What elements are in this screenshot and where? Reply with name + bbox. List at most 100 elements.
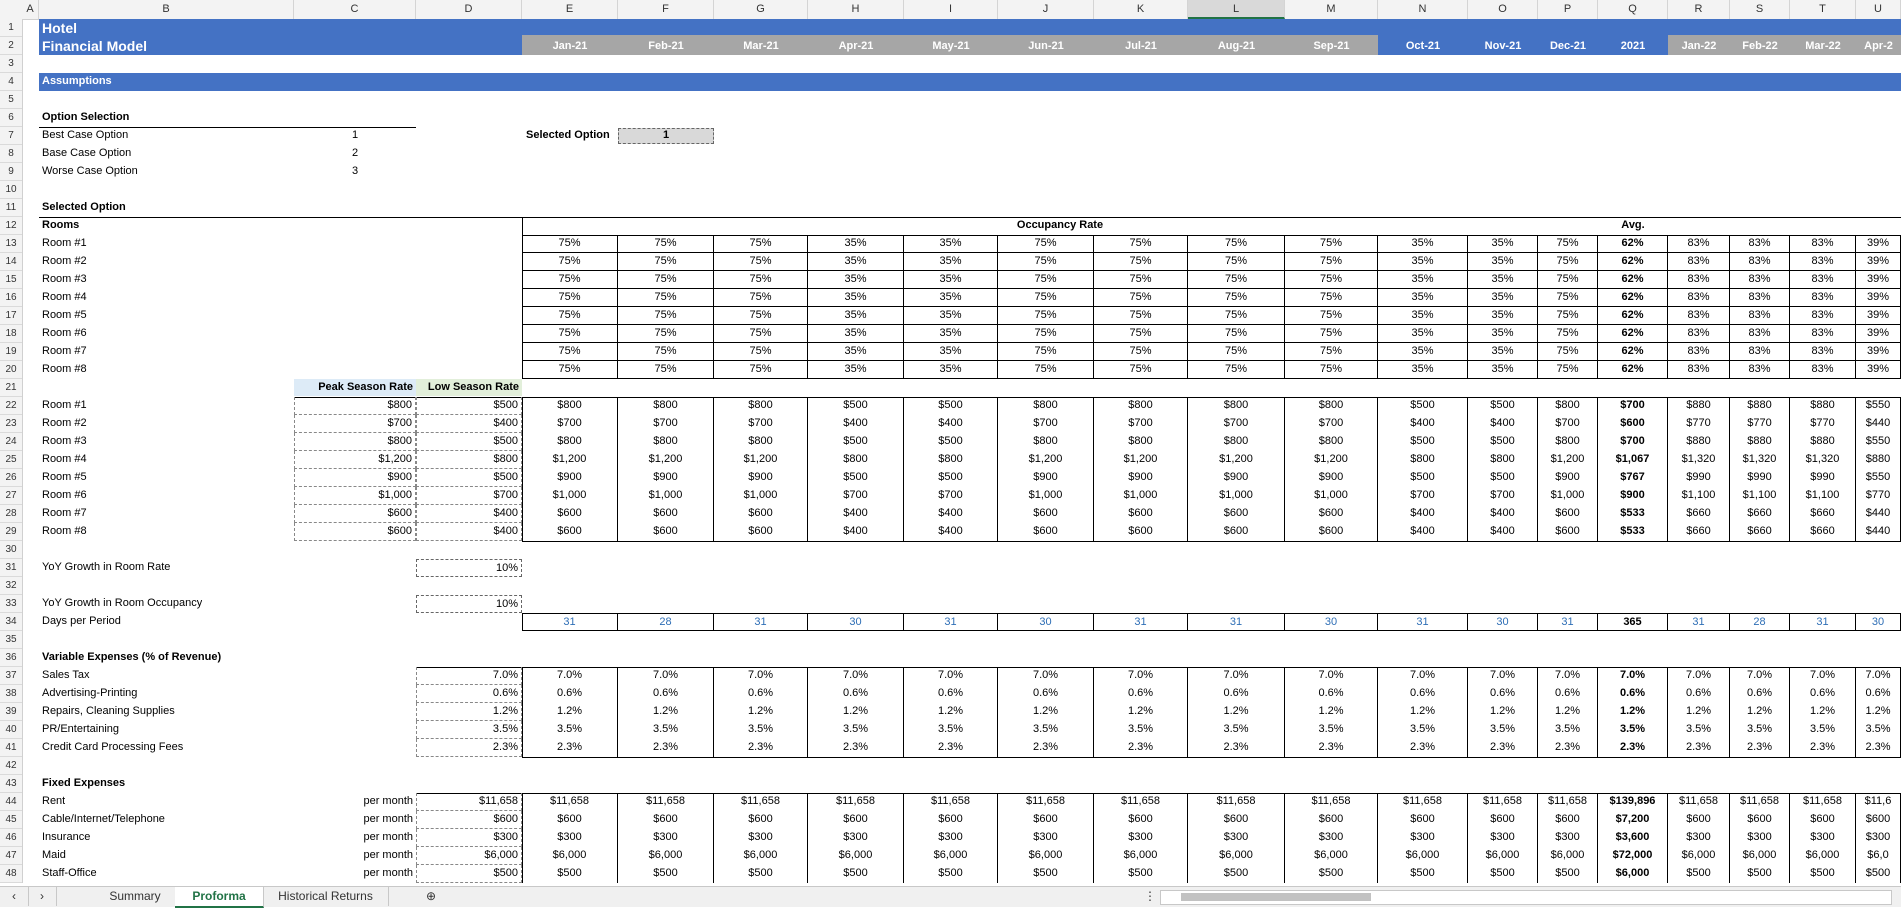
fixed-expense-cell[interactable]: $300 (618, 829, 714, 847)
occupancy-cell[interactable]: 62% (1598, 235, 1668, 253)
rate-cell[interactable]: $770 (1730, 415, 1790, 433)
option-value[interactable]: 3 (294, 163, 416, 180)
row-header-30[interactable]: 30 (0, 541, 22, 559)
fixed-expense-cell[interactable]: $11,658 (904, 793, 998, 811)
fixed-expense-cell[interactable]: $300 (808, 829, 904, 847)
rate-cell[interactable]: $700 (1378, 487, 1468, 505)
occupancy-cell[interactable]: 75% (1188, 253, 1285, 271)
row-header-45[interactable]: 45 (0, 811, 22, 829)
occupancy-cell[interactable]: 35% (808, 325, 904, 343)
fixed-expense-cell[interactable]: $300 (522, 829, 618, 847)
variable-expense-cell[interactable]: 2.3% (1538, 739, 1598, 757)
rate-cell[interactable]: $767 (1598, 469, 1668, 487)
occupancy-cell[interactable]: 83% (1668, 253, 1730, 271)
occupancy-cell[interactable]: 75% (998, 343, 1094, 361)
variable-expense-cell[interactable]: 3.5% (808, 721, 904, 739)
rate-cell[interactable]: $660 (1668, 523, 1730, 541)
fixed-expense-cell[interactable]: $500 (1188, 865, 1285, 883)
fixed-expense-cell[interactable]: $300 (1094, 829, 1188, 847)
fixed-expense-cell[interactable]: $300 (904, 829, 998, 847)
occupancy-cell[interactable]: 35% (1468, 235, 1538, 253)
fixed-expense-cell[interactable]: $600 (618, 811, 714, 829)
rate-cell[interactable]: $1,200 (618, 451, 714, 469)
row-header-12[interactable]: 12 (0, 217, 22, 235)
rate-cell[interactable]: $770 (1668, 415, 1730, 433)
option-value[interactable]: 2 (294, 145, 416, 162)
occupancy-cell[interactable]: 75% (522, 325, 618, 343)
fixed-expense-cell[interactable]: $6,000 (522, 847, 618, 865)
occupancy-cell[interactable]: 62% (1598, 271, 1668, 289)
occupancy-cell[interactable]: 75% (1538, 343, 1598, 361)
occupancy-cell[interactable]: 75% (1188, 235, 1285, 253)
variable-expense-cell[interactable]: 7.0% (1188, 667, 1285, 685)
rate-cell[interactable]: $800 (1538, 433, 1598, 451)
rate-cell[interactable]: $800 (522, 433, 618, 451)
variable-expense-cell[interactable]: 3.5% (1856, 721, 1901, 739)
occupancy-cell[interactable]: 35% (808, 307, 904, 325)
rate-cell[interactable]: $700 (618, 415, 714, 433)
variable-expense-cell[interactable]: 0.6% (1790, 685, 1856, 703)
rate-cell[interactable]: $500 (904, 433, 998, 451)
variable-expense-cell[interactable]: 7.0% (808, 667, 904, 685)
row-header-5[interactable]: 5 (0, 91, 22, 109)
rate-cell[interactable]: $800 (714, 397, 808, 415)
row-header-24[interactable]: 24 (0, 433, 22, 451)
rate-cell[interactable]: $600 (1188, 523, 1285, 541)
row-header-3[interactable]: 3 (0, 55, 22, 73)
rate-cell[interactable]: $1,100 (1730, 487, 1790, 505)
peak-rate-input[interactable]: $1,000 (294, 487, 416, 505)
low-rate-input[interactable]: $400 (416, 523, 522, 541)
fixed-expense-input[interactable]: $6,000 (416, 847, 522, 865)
fixed-expense-cell[interactable]: $11,658 (714, 793, 808, 811)
occupancy-cell[interactable]: 35% (808, 271, 904, 289)
fixed-expense-cell[interactable]: $600 (1856, 811, 1901, 829)
row-header-48[interactable]: 48 (0, 865, 22, 883)
occupancy-cell[interactable]: 83% (1730, 361, 1790, 379)
days-cell[interactable]: 365 (1598, 613, 1668, 631)
occupancy-cell[interactable]: 83% (1730, 289, 1790, 307)
rate-cell[interactable]: $600 (618, 505, 714, 523)
variable-expense-cell[interactable]: 7.0% (1538, 667, 1598, 685)
variable-expense-cell[interactable]: 1.2% (1094, 703, 1188, 721)
rate-cell[interactable]: $700 (522, 415, 618, 433)
rate-cell[interactable]: $800 (1285, 433, 1378, 451)
rate-cell[interactable]: $600 (1094, 523, 1188, 541)
month-header[interactable]: Nov-21 (1468, 37, 1538, 55)
fixed-expense-cell[interactable]: $500 (1538, 865, 1598, 883)
occupancy-cell[interactable]: 75% (1094, 235, 1188, 253)
column-header-F[interactable]: F (618, 0, 714, 19)
occupancy-cell[interactable]: 75% (522, 253, 618, 271)
occupancy-cell[interactable]: 75% (714, 235, 808, 253)
variable-expense-cell[interactable]: 2.3% (1468, 739, 1538, 757)
sheet-tab-historical-returns[interactable]: Historical Returns (263, 887, 389, 906)
fixed-expense-cell[interactable]: $500 (618, 865, 714, 883)
row-header-22[interactable]: 22 (0, 397, 22, 415)
fixed-expense-cell[interactable]: $600 (808, 811, 904, 829)
selected-option-value[interactable]: 1 (618, 127, 714, 144)
variable-expense-cell[interactable]: 0.6% (1538, 685, 1598, 703)
occupancy-cell[interactable]: 75% (714, 289, 808, 307)
occupancy-cell[interactable]: 75% (714, 343, 808, 361)
fixed-expense-cell[interactable]: $500 (1094, 865, 1188, 883)
variable-expense-input[interactable]: 2.3% (416, 739, 522, 757)
rate-cell[interactable]: $600 (522, 523, 618, 541)
rate-cell[interactable]: $900 (618, 469, 714, 487)
variable-expense-cell[interactable]: 0.6% (1378, 685, 1468, 703)
rate-cell[interactable]: $500 (1378, 469, 1468, 487)
month-header[interactable]: Jan-22 (1668, 37, 1730, 55)
variable-expense-cell[interactable]: 0.6% (714, 685, 808, 703)
fixed-expense-cell[interactable]: $300 (1468, 829, 1538, 847)
variable-expense-cell[interactable]: 0.6% (1856, 685, 1901, 703)
occupancy-cell[interactable]: 35% (808, 343, 904, 361)
rate-cell[interactable]: $1,000 (1094, 487, 1188, 505)
rate-cell[interactable]: $600 (618, 523, 714, 541)
variable-expense-cell[interactable]: 3.5% (1094, 721, 1188, 739)
rate-cell[interactable]: $800 (618, 397, 714, 415)
fixed-expense-cell[interactable]: $600 (1378, 811, 1468, 829)
variable-expense-cell[interactable]: 3.5% (618, 721, 714, 739)
low-rate-input[interactable]: $700 (416, 487, 522, 505)
column-header-S[interactable]: S (1730, 0, 1790, 19)
fixed-expense-cell[interactable]: $6,000 (1730, 847, 1790, 865)
occupancy-cell[interactable]: 62% (1598, 361, 1668, 379)
month-header[interactable]: Dec-21 (1538, 37, 1598, 55)
